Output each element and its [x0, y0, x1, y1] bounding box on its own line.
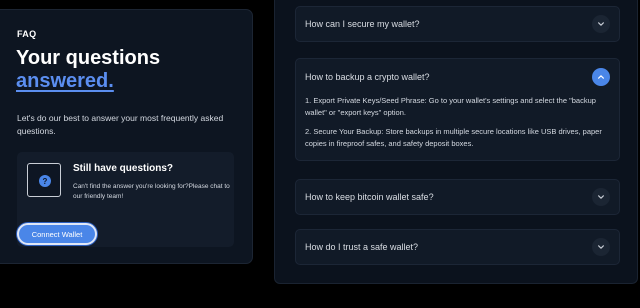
title-line-1: Your questions: [16, 47, 161, 69]
faq-answer-step-2: 2. Secure Your Backup: Store backups in …: [305, 127, 602, 148]
help-text: Can't find the answer you're looking for…: [73, 183, 230, 200]
faq-item-secure-wallet[interactable]: How can I secure my wallet?: [295, 6, 620, 42]
faq-question: How to keep bitcoin wallet safe?: [305, 192, 434, 202]
help-icon-frame: ?: [27, 163, 61, 197]
connect-wallet-button[interactable]: Connect Wallet: [17, 223, 97, 245]
intro-subtitle: Let's do our best to answer your most fr…: [17, 113, 224, 136]
faq-question: How can I secure my wallet?: [305, 19, 420, 29]
faq-item-trust-wallet[interactable]: How do I trust a safe wallet?: [295, 229, 620, 265]
faq-answer-step-1: 1. Export Private Keys/Seed Phrase: Go t…: [305, 96, 596, 117]
faq-question: How to backup a crypto wallet?: [305, 72, 430, 82]
title-accent-line: answered.: [16, 70, 114, 92]
faq-accordion: How can I secure my wallet? How to backu…: [274, 0, 638, 284]
chevron-up-icon[interactable]: [592, 68, 610, 86]
help-card: ? Still have questions? Can't find the a…: [17, 152, 234, 247]
section-eyebrow: FAQ: [17, 29, 37, 39]
faq-question: How do I trust a safe wallet?: [305, 242, 419, 252]
help-title: Still have questions?: [73, 163, 174, 174]
faq-item-backup-wallet[interactable]: How to backup a crypto wallet? 1. Export…: [295, 58, 620, 161]
chevron-down-icon[interactable]: [592, 15, 610, 33]
faq-intro-card: FAQ Your questions answered. Let's do ou…: [0, 9, 253, 264]
page-title: Your questions answered.: [16, 47, 160, 93]
chevron-down-icon[interactable]: [592, 238, 610, 256]
page: FAQ Your questions answered. Let's do ou…: [0, 0, 640, 308]
question-icon: ?: [39, 175, 51, 187]
chevron-down-icon[interactable]: [592, 188, 610, 206]
faq-item-bitcoin-safe[interactable]: How to keep bitcoin wallet safe?: [295, 179, 620, 215]
